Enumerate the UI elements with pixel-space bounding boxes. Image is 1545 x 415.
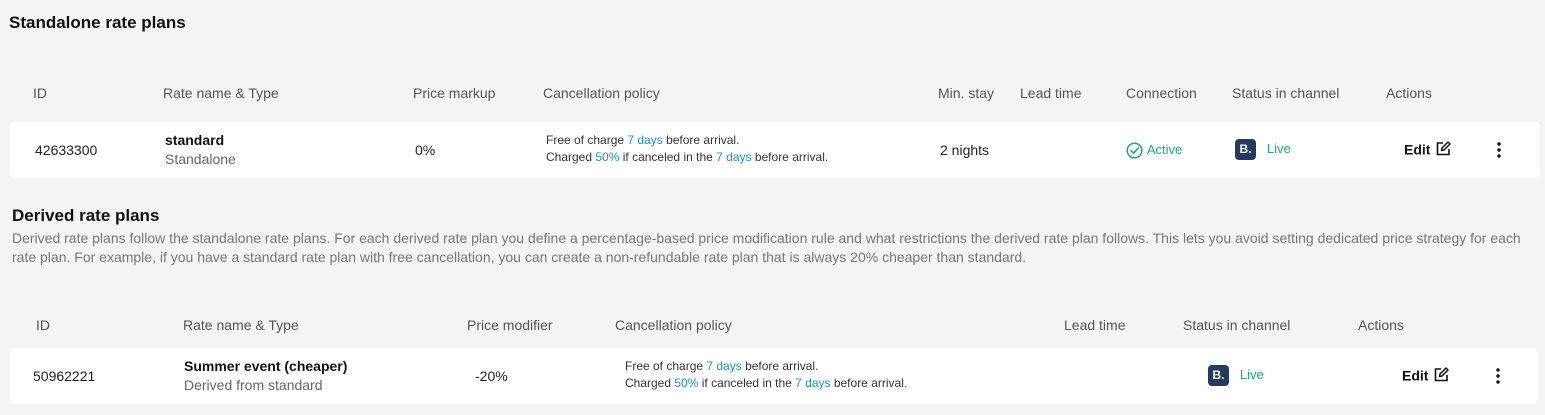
derived-rate-row: 50962221 Summer event (cheaper) Derived … bbox=[10, 348, 1538, 404]
connection-status: Active bbox=[1126, 141, 1182, 159]
policy-line-2: Charged 50% if canceled in the 7 days be… bbox=[625, 375, 907, 392]
header-price-markup: Price markup bbox=[413, 85, 496, 101]
header-status-in-channel: Status in channel bbox=[1183, 317, 1291, 333]
edit-label: Edit bbox=[1404, 141, 1431, 158]
header-rate-name: Rate name & Type bbox=[183, 317, 299, 333]
policy-highlight: 50% bbox=[674, 376, 699, 390]
edit-icon bbox=[1432, 366, 1450, 382]
policy-text: before arrival. bbox=[751, 150, 829, 164]
policy-highlight: 7 days bbox=[795, 376, 831, 390]
edit-button[interactable]: Edit bbox=[1402, 366, 1450, 384]
header-rate-name: Rate name & Type bbox=[163, 85, 279, 101]
rate-name: Summer event (cheaper) bbox=[184, 358, 348, 374]
booking-channel-badge: B. bbox=[1208, 365, 1229, 386]
policy-text: if canceled in the bbox=[698, 376, 796, 390]
edit-label: Edit bbox=[1402, 367, 1429, 384]
header-cancellation-policy: Cancellation policy bbox=[543, 85, 660, 101]
price-markup: 0% bbox=[415, 142, 436, 158]
policy-line-1: Free of charge 7 days before arrival. bbox=[546, 132, 828, 149]
header-id: ID bbox=[33, 85, 47, 101]
policy-text: Charged bbox=[546, 150, 596, 164]
derived-description: Derived rate plans follow the standalone… bbox=[12, 230, 1521, 265]
channel-status: B. Live bbox=[1235, 139, 1291, 160]
connection-label: Active bbox=[1146, 142, 1183, 157]
price-modifier: -20% bbox=[475, 368, 508, 384]
status-label: Live bbox=[1266, 141, 1291, 157]
policy-text: before arrival. bbox=[741, 359, 819, 373]
min-stay: 2 nights bbox=[940, 142, 990, 158]
policy-text: Free of charge bbox=[546, 133, 628, 147]
header-actions: Actions bbox=[1358, 317, 1404, 333]
channel-status: B. Live bbox=[1208, 365, 1264, 386]
header-price-modifier: Price modifier bbox=[467, 317, 553, 333]
header-actions: Actions bbox=[1386, 85, 1432, 101]
policy-text: before arrival. bbox=[830, 376, 908, 390]
header-id: ID bbox=[36, 317, 50, 333]
check-circle-icon bbox=[1126, 141, 1147, 159]
policy-text: Charged bbox=[625, 376, 675, 390]
standalone-rate-row: 42633300 standard Standalone 0% Free of … bbox=[10, 122, 1540, 178]
rate-type: Derived from standard bbox=[184, 377, 323, 393]
policy-line-2: Charged 50% if canceled in the 7 days be… bbox=[546, 149, 828, 166]
edit-icon bbox=[1434, 140, 1452, 156]
header-status-in-channel: Status in channel bbox=[1232, 85, 1340, 101]
more-vertical-icon[interactable] bbox=[1491, 366, 1505, 386]
more-vertical-icon[interactable] bbox=[1492, 140, 1506, 160]
booking-channel-badge: B. bbox=[1235, 139, 1256, 160]
policy-line-1: Free of charge 7 days before arrival. bbox=[625, 358, 907, 375]
header-connection: Connection bbox=[1126, 85, 1197, 101]
policy-highlight: 7 days bbox=[706, 359, 742, 373]
policy-text: if canceled in the bbox=[619, 150, 717, 164]
policy-text: before arrival. bbox=[662, 133, 740, 147]
rate-id: 50962221 bbox=[33, 368, 96, 384]
edit-button[interactable]: Edit bbox=[1404, 140, 1452, 158]
header-min-stay: Min. stay bbox=[938, 85, 995, 101]
cancellation-policy: Free of charge 7 days before arrival. Ch… bbox=[546, 132, 828, 166]
policy-highlight: 50% bbox=[595, 150, 620, 164]
rate-name: standard bbox=[165, 132, 225, 148]
header-lead-time: Lead time bbox=[1064, 317, 1126, 333]
rate-type: Standalone bbox=[165, 151, 236, 167]
policy-highlight: 7 days bbox=[627, 133, 663, 147]
cancellation-policy: Free of charge 7 days before arrival. Ch… bbox=[625, 358, 907, 392]
header-lead-time: Lead time bbox=[1020, 85, 1082, 101]
derived-section-title: Derived rate plans bbox=[12, 206, 160, 225]
policy-highlight: 7 days bbox=[716, 150, 752, 164]
header-cancellation-policy: Cancellation policy bbox=[615, 317, 732, 333]
standalone-section-title: Standalone rate plans bbox=[9, 13, 186, 32]
rate-id: 42633300 bbox=[35, 142, 98, 158]
status-label: Live bbox=[1239, 367, 1264, 383]
policy-text: Free of charge bbox=[625, 359, 707, 373]
